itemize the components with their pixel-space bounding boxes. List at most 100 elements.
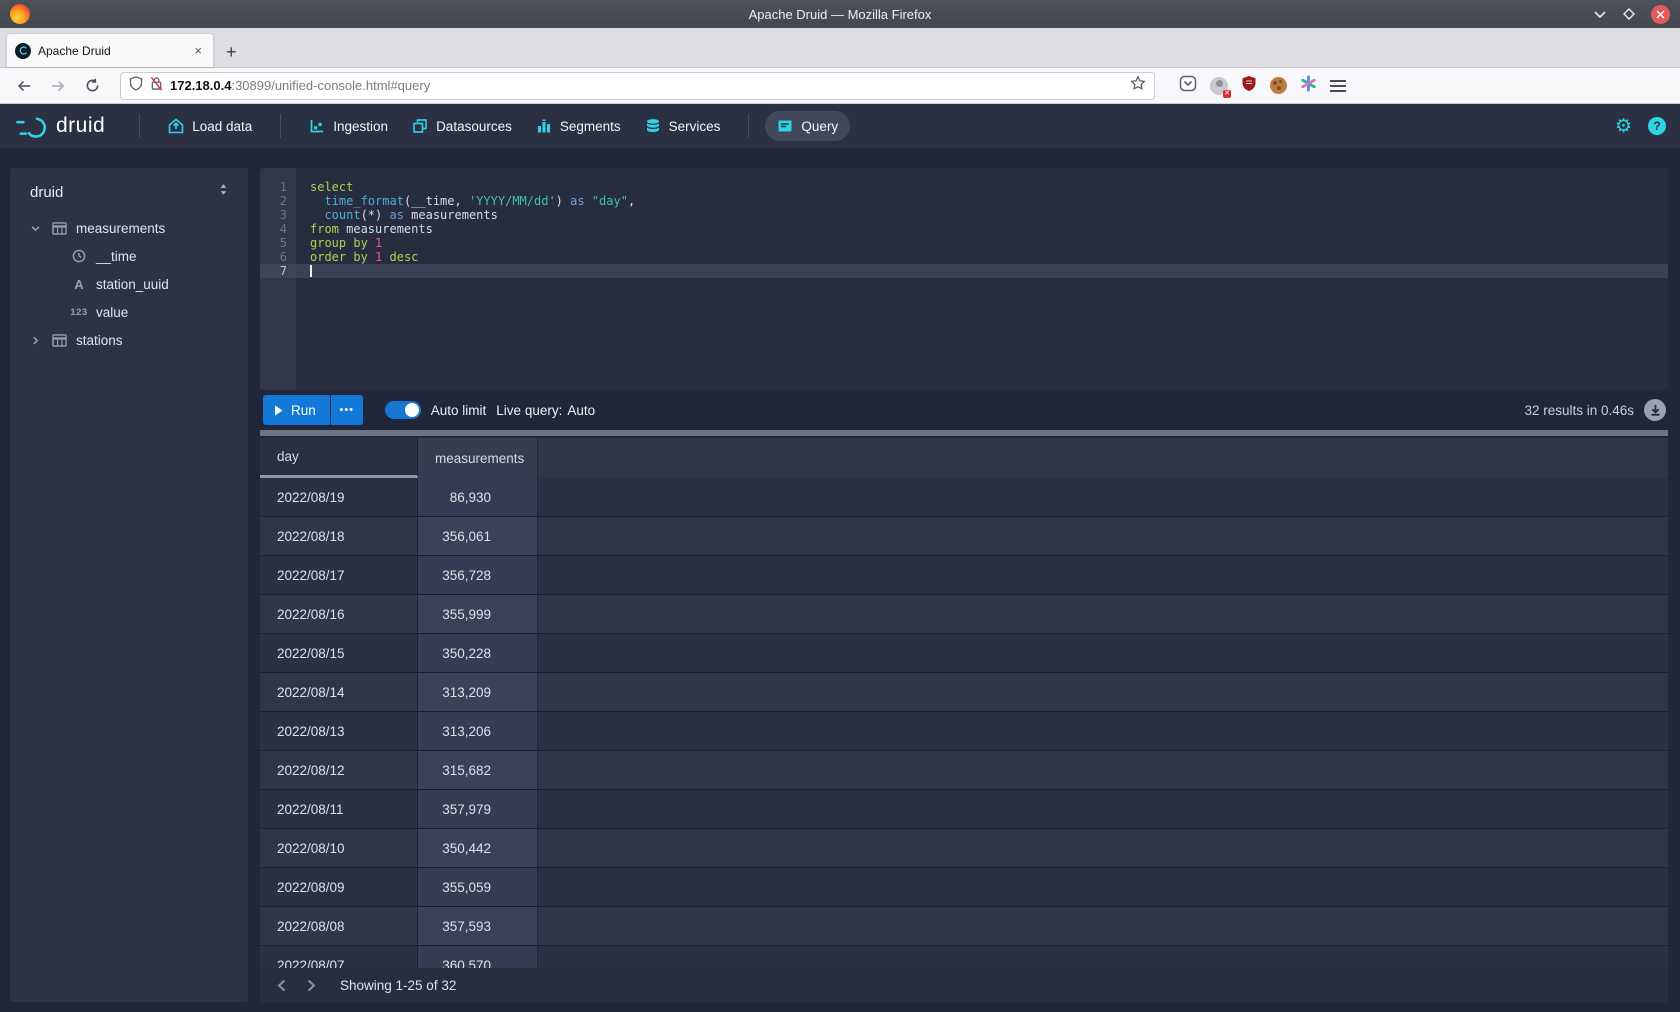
new-tab-button[interactable]: +: [214, 42, 249, 67]
time-type-icon: [70, 249, 88, 263]
profile-extension-icon[interactable]: [1210, 77, 1228, 95]
lock-insecure-icon[interactable]: [150, 76, 163, 96]
cell-measurements[interactable]: 315,682: [418, 751, 538, 789]
cell-day[interactable]: 2022/08/07: [260, 946, 418, 968]
cell-measurements[interactable]: 313,206: [418, 712, 538, 750]
nav-ingestion-label: Ingestion: [333, 119, 388, 134]
nav-segments[interactable]: Segments: [524, 111, 633, 141]
line-number: 6: [260, 250, 296, 264]
tree-item-measurements[interactable]: measurements: [20, 214, 238, 242]
url-text[interactable]: 172.18.0.4:30899/unified-console.html#qu…: [170, 78, 1123, 93]
code-line[interactable]: count(*) as measurements: [310, 208, 1668, 222]
help-icon[interactable]: ?: [1648, 117, 1666, 135]
cell-measurements[interactable]: 86,930: [418, 478, 538, 516]
sql-editor[interactable]: 1234567 select time_format(__time, 'YYYY…: [260, 168, 1668, 390]
live-query-value[interactable]: Auto: [567, 403, 595, 418]
cell-day[interactable]: 2022/08/18: [260, 517, 418, 555]
nav-load-data[interactable]: Load data: [156, 111, 264, 141]
forward-icon[interactable]: [44, 73, 72, 99]
chevron-right-icon[interactable]: [30, 335, 42, 346]
tab-title: Apache Druid: [38, 44, 184, 58]
editor-code[interactable]: select time_format(__time, 'YYYY/MM/dd')…: [296, 168, 1668, 390]
tree-item-label: station_uuid: [96, 277, 169, 292]
header-filler: [538, 438, 1668, 478]
nav-services-label: Services: [669, 119, 721, 134]
cell-measurements[interactable]: 356,061: [418, 517, 538, 555]
cell-measurements[interactable]: 355,059: [418, 868, 538, 906]
cell-day[interactable]: 2022/08/16: [260, 595, 418, 633]
druid-logo-icon: [14, 113, 48, 139]
code-line[interactable]: from measurements: [310, 222, 1668, 236]
back-icon[interactable]: [10, 73, 38, 99]
auto-limit-toggle[interactable]: [385, 401, 421, 419]
asterisk-extension-icon[interactable]: [1300, 75, 1317, 97]
cell-day[interactable]: 2022/08/11: [260, 790, 418, 828]
string-type-icon: A: [70, 277, 88, 292]
cell-measurements[interactable]: 356,728: [418, 556, 538, 594]
reload-icon[interactable]: [78, 73, 106, 99]
cell-measurements[interactable]: 350,228: [418, 634, 538, 672]
cell-measurements[interactable]: 357,979: [418, 790, 538, 828]
cookie-extension-icon[interactable]: [1270, 77, 1287, 94]
row-filler: [538, 478, 1668, 516]
druid-navbar: druid Load data Ingestion Datasources Se…: [0, 104, 1680, 148]
cell-measurements[interactable]: 350,442: [418, 829, 538, 867]
cell-day[interactable]: 2022/08/15: [260, 634, 418, 672]
code-line[interactable]: group by 1: [310, 236, 1668, 250]
download-icon[interactable]: [1644, 399, 1666, 421]
nav-ingestion[interactable]: Ingestion: [297, 111, 400, 141]
window-minimize-icon[interactable]: [1593, 9, 1607, 19]
table-row: 2022/08/11357,979: [260, 790, 1668, 829]
druid-brand[interactable]: druid: [14, 113, 105, 139]
browser-tab[interactable]: Apache Druid ×: [6, 33, 214, 67]
bookmark-star-icon[interactable]: [1130, 75, 1146, 96]
ublock-extension-icon[interactable]: [1241, 75, 1257, 97]
cell-measurements[interactable]: 357,593: [418, 907, 538, 945]
table-row: 2022/08/16355,999: [260, 595, 1668, 634]
cell-day[interactable]: 2022/08/08: [260, 907, 418, 945]
pocket-icon[interactable]: [1179, 75, 1197, 97]
cell-day[interactable]: 2022/08/17: [260, 556, 418, 594]
splitter-handle[interactable]: [260, 430, 1668, 436]
chevron-down-icon[interactable]: [30, 223, 42, 234]
run-more-button[interactable]: •••: [331, 395, 363, 425]
cell-measurements[interactable]: 355,999: [418, 595, 538, 633]
cell-day[interactable]: 2022/08/12: [260, 751, 418, 789]
tree-item-station_uuid[interactable]: Astation_uuid: [20, 270, 238, 298]
code-line[interactable]: order by 1 desc: [310, 250, 1668, 264]
nav-segments-label: Segments: [560, 119, 621, 134]
tree-item-label: __time: [96, 249, 137, 264]
cell-day[interactable]: 2022/08/10: [260, 829, 418, 867]
next-page-icon[interactable]: [296, 971, 326, 999]
code-line[interactable]: [296, 264, 1668, 278]
nav-services[interactable]: Services: [633, 111, 733, 141]
cell-day[interactable]: 2022/08/19: [260, 478, 418, 516]
tab-strip: Apache Druid × +: [0, 28, 1680, 68]
column-header-day[interactable]: day: [260, 438, 418, 478]
tree-item-__time[interactable]: __time: [20, 242, 238, 270]
row-filler: [538, 595, 1668, 633]
run-button[interactable]: Run: [263, 395, 330, 425]
cell-measurements[interactable]: 360,570: [418, 946, 538, 968]
code-line[interactable]: time_format(__time, 'YYYY/MM/dd') as "da…: [310, 194, 1668, 208]
prev-page-icon[interactable]: [266, 971, 296, 999]
code-line[interactable]: select: [310, 180, 1668, 194]
window-maximize-icon[interactable]: [1623, 8, 1635, 20]
nav-datasources[interactable]: Datasources: [400, 111, 524, 141]
column-header-measurements[interactable]: measurements: [418, 438, 538, 478]
cell-day[interactable]: 2022/08/14: [260, 673, 418, 711]
nav-query[interactable]: Query: [765, 111, 850, 141]
menu-icon[interactable]: [1330, 80, 1346, 92]
cell-day[interactable]: 2022/08/13: [260, 712, 418, 750]
window-close-icon[interactable]: [1651, 5, 1670, 24]
cell-day[interactable]: 2022/08/09: [260, 868, 418, 906]
tree-item-value[interactable]: 123value: [20, 298, 238, 326]
shield-icon[interactable]: [129, 76, 143, 96]
cell-measurements[interactable]: 313,209: [418, 673, 538, 711]
tree-item-stations[interactable]: stations: [20, 326, 238, 354]
settings-gear-icon[interactable]: ⚙: [1615, 117, 1632, 136]
tab-close-icon[interactable]: ×: [191, 43, 205, 58]
sort-double-caret-icon[interactable]: [217, 182, 230, 202]
url-bar[interactable]: 172.18.0.4:30899/unified-console.html#qu…: [120, 72, 1155, 100]
table-type-icon: [50, 222, 68, 235]
